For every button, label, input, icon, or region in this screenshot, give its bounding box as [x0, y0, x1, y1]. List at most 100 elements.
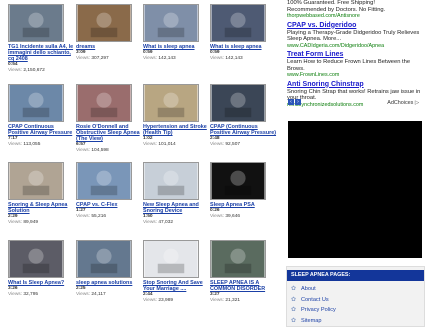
- video-thumbnail[interactable]: [143, 240, 199, 278]
- views-label: Views:: [143, 55, 158, 61]
- video-item: SLEEP APNEA IS A COMMON DISORDER 3:27 View…: [210, 240, 278, 303]
- views-label: Views:: [8, 219, 23, 225]
- views-count: 32,795: [23, 291, 39, 297]
- video-views: Views: 89,949: [8, 220, 76, 226]
- video-thumbnail[interactable]: [210, 84, 266, 122]
- video-thumbnail[interactable]: [76, 162, 132, 200]
- video-item: TG1 Incidente sulla A4, le immagini dell…: [8, 4, 76, 73]
- next-arrow-icon[interactable]: ›: [295, 99, 301, 105]
- views-count: 24,117: [91, 291, 106, 297]
- video-item: New Sleep Apnea and Snoring Device 1:50 Vi…: [143, 162, 211, 225]
- video-item: What is sleep apnea 0:59 Views: 142,143: [210, 4, 278, 61]
- views-label: Views:: [143, 141, 158, 147]
- bookmark-icon: ✿: [291, 307, 297, 313]
- views-label: Views:: [8, 141, 23, 147]
- ad-item: Treat Form Lines Learn How to Reduce Fro…: [287, 51, 421, 79]
- video-views: Views: 113,055: [8, 142, 76, 148]
- prev-arrow-icon[interactable]: ‹: [288, 99, 294, 105]
- video-thumbnail[interactable]: [210, 4, 266, 42]
- video-views: Views: 307,297: [76, 56, 144, 62]
- video-item: What Is Sleep Apnea? 3:26 Views: 32,795: [8, 240, 76, 297]
- video-title-link[interactable]: Snoring & Sleep Apnea Solution: [8, 202, 76, 214]
- bookmark-icon: ✿: [291, 296, 297, 303]
- views-count: 39,646: [225, 213, 241, 219]
- video-title-link[interactable]: Rosie O'Donnell and Obstructive Sleep Ap…: [76, 124, 144, 142]
- video-title-link[interactable]: SLEEP APNEA IS A COMMON DISORDER: [210, 280, 278, 292]
- views-count: 92,507: [225, 141, 241, 147]
- video-views: Views: 104,598: [76, 148, 144, 154]
- ad-intro-line: 100% Guaranteed. Free Shipping!: [287, 0, 375, 6]
- video-item: Hypertension and Stroke (Health Tip) 1:02…: [143, 84, 211, 147]
- video-player[interactable]: [288, 121, 422, 258]
- views-label: Views:: [143, 219, 158, 225]
- sidebar-link-about[interactable]: ✿ About: [287, 284, 424, 295]
- ad-url[interactable]: thorpwebbased.com/Antisnore: [287, 13, 421, 19]
- views-label: Views:: [76, 213, 91, 219]
- views-count: 21,321: [225, 297, 241, 303]
- views-label: Views:: [8, 67, 23, 73]
- views-count: 142,143: [158, 55, 176, 61]
- sidebar-panel: SLEEP APNEA PAGES: ✿ About ✿ Contact Us ✿ P…: [286, 266, 425, 327]
- video-views: Views: 142,143: [210, 56, 278, 62]
- video-thumbnail[interactable]: [8, 84, 64, 122]
- ad-url[interactable]: www.CADIdgeria.com/Didgeridoo/Apnea: [287, 43, 421, 49]
- link-label: Contact Us: [301, 296, 329, 303]
- video-views: Views: 101,014: [143, 142, 211, 148]
- video-thumbnail[interactable]: [143, 162, 199, 200]
- video-views: Views: 47,032: [143, 220, 211, 226]
- views-count: 89,949: [23, 219, 39, 225]
- ad-url[interactable]: www.FrownLines.com: [287, 72, 421, 78]
- video-views: Views: 39,646: [210, 214, 278, 220]
- sidebar-link-privacy[interactable]: ✿ Privacy Policy: [287, 305, 424, 316]
- sidebar-link-contact[interactable]: ✿ Contact Us: [287, 295, 424, 306]
- video-thumbnail[interactable]: [8, 4, 64, 42]
- video-thumbnail[interactable]: [143, 84, 199, 122]
- views-label: Views:: [143, 297, 158, 303]
- link-label: Sitemap: [301, 317, 322, 324]
- views-label: Views:: [76, 147, 91, 153]
- views-label: Views:: [210, 213, 225, 219]
- views-count: 307,297: [91, 55, 109, 61]
- video-thumbnail[interactable]: [76, 4, 132, 42]
- video-title-link[interactable]: New Sleep Apnea and Snoring Device: [143, 202, 211, 214]
- views-label: Views:: [76, 55, 91, 61]
- video-title-link[interactable]: CPAP (Continuous Positive Airway Pressur…: [210, 124, 278, 136]
- views-count: 47,032: [158, 219, 174, 225]
- video-views: Views: 21,321: [210, 298, 278, 304]
- ad-title-link[interactable]: CPAP vs. Didgeridoo: [287, 22, 421, 30]
- bookmark-icon: ✿: [291, 286, 297, 292]
- ad-description: Learn How to Reduce Frown Lines Between …: [287, 59, 411, 72]
- video-thumbnail[interactable]: [76, 84, 132, 122]
- sidebar-link-sitemap[interactable]: ✿ Sitemap: [287, 316, 424, 327]
- video-thumbnail[interactable]: [210, 162, 266, 200]
- views-label: Views:: [210, 55, 225, 61]
- video-title-link[interactable]: TG1 Incidente sulla A4, le immagini dell…: [8, 44, 76, 62]
- video-item: Stop Snoring And Save Your Marriage ....…: [143, 240, 211, 303]
- adchoices-icon: ▷: [414, 100, 419, 106]
- views-label: Views:: [210, 141, 225, 147]
- video-thumbnail[interactable]: [143, 4, 199, 42]
- ad-panel: 100% Guaranteed. Free Shipping! Recommen…: [287, 0, 421, 112]
- video-title-link[interactable]: Hypertension and Stroke (Health Tip): [143, 124, 211, 136]
- video-views: Views: 24,117: [76, 292, 144, 298]
- video-thumbnail[interactable]: [210, 240, 266, 278]
- views-count: 142,143: [225, 55, 243, 61]
- link-label: Privacy Policy: [301, 307, 336, 313]
- video-title-link[interactable]: CPAP Continuous Positive Airway Pressure: [8, 124, 76, 136]
- video-item: Sleep Apnea PSA 0:26 Views: 39,646: [210, 162, 278, 219]
- video-item: CPAP Continuous Positive Airway Pressure…: [8, 84, 76, 147]
- views-count: 113,055: [23, 141, 41, 147]
- video-title-link[interactable]: Stop Snoring And Save Your Marriage ....: [143, 280, 211, 292]
- views-count: 104,598: [91, 147, 109, 153]
- video-thumbnail[interactable]: [8, 240, 64, 278]
- ad-title-link[interactable]: Anti Snoring Chinstrap: [287, 81, 421, 89]
- video-views: Views: 92,507: [210, 142, 278, 148]
- ad-title-link[interactable]: Treat Form Lines: [287, 51, 421, 59]
- link-label: About: [301, 286, 316, 292]
- ad-pager: ‹ ›: [288, 99, 302, 105]
- ad-description: Playing a Therapy-Grade Didgeridoo Truly…: [287, 29, 420, 43]
- video-thumbnail[interactable]: [8, 162, 64, 200]
- views-count: 55,216: [91, 213, 107, 219]
- video-thumbnail[interactable]: [76, 240, 132, 278]
- adchoices-label[interactable]: AdChoices ▷: [387, 100, 419, 106]
